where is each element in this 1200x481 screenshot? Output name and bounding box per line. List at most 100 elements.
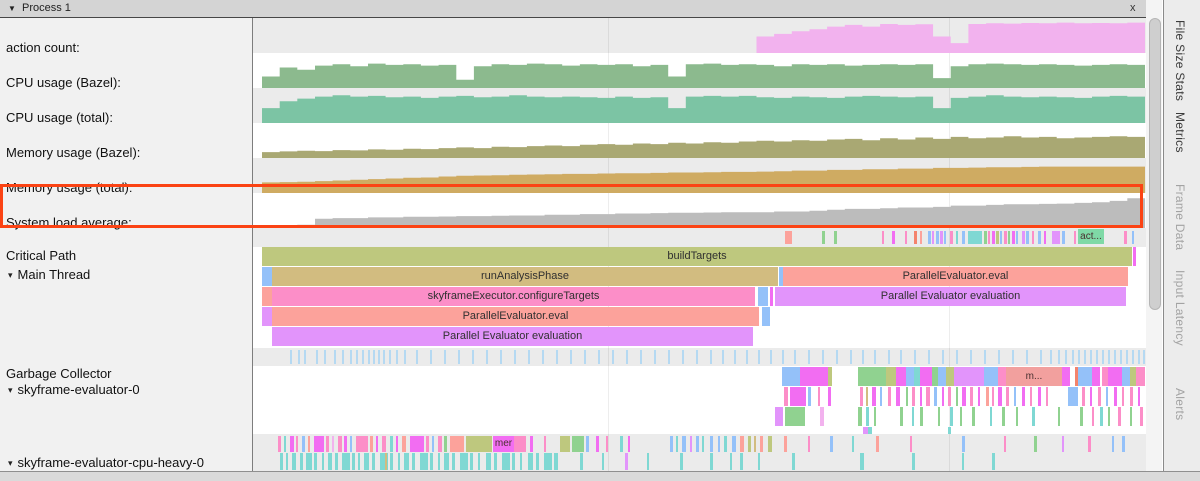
trace-event[interactable] — [954, 367, 984, 386]
trace-event[interactable] — [544, 453, 552, 470]
gc-event[interactable] — [486, 350, 488, 364]
trace-event[interactable] — [410, 436, 424, 452]
trace-event[interactable] — [912, 453, 915, 470]
trace-event[interactable] — [972, 407, 975, 426]
trace-event[interactable] — [790, 387, 806, 406]
trace-event[interactable] — [996, 231, 999, 244]
trace-event[interactable] — [396, 436, 398, 452]
trace-event[interactable] — [420, 453, 428, 470]
trace-event-skyframeexecutor-configuretargets[interactable]: skyframeExecutor.configureTargets — [272, 287, 755, 306]
trace-event[interactable] — [342, 453, 350, 470]
trace-event[interactable] — [986, 387, 989, 406]
trace-event[interactable] — [940, 231, 943, 244]
trace-event[interactable] — [432, 436, 434, 452]
gc-event[interactable] — [956, 350, 958, 364]
trace-event[interactable] — [262, 307, 272, 326]
trace-event[interactable] — [998, 387, 1002, 406]
trace-event[interactable] — [478, 453, 480, 470]
trace-event[interactable] — [962, 387, 966, 406]
tab-metrics[interactable]: Metrics — [1173, 112, 1187, 153]
trace-event[interactable] — [1026, 231, 1029, 244]
gc-event[interactable] — [836, 350, 838, 364]
trace-event[interactable] — [732, 436, 736, 452]
gc-event[interactable] — [928, 350, 930, 364]
track-label-main-thread[interactable]: ▾Main Thread — [8, 267, 90, 282]
gc-event[interactable] — [304, 350, 306, 364]
trace-event[interactable] — [1140, 407, 1143, 426]
gc-event[interactable] — [1138, 350, 1140, 364]
trace-event[interactable] — [1078, 367, 1092, 386]
gc-event[interactable] — [770, 350, 772, 364]
trace-event[interactable] — [1052, 231, 1060, 244]
gc-event[interactable] — [794, 350, 796, 364]
trace-event[interactable] — [1130, 387, 1133, 406]
cpu-usage-bazel-chart[interactable] — [262, 54, 1145, 88]
gc-event[interactable] — [640, 350, 642, 364]
trace-event[interactable] — [306, 453, 312, 470]
trace-event[interactable] — [785, 407, 805, 426]
trace-event[interactable] — [872, 387, 876, 406]
trace-event[interactable] — [502, 453, 510, 470]
track-label-skyframe-evaluator-0[interactable]: ▾skyframe-evaluator-0 — [8, 382, 140, 397]
trace-event[interactable] — [364, 453, 369, 470]
gc-event[interactable] — [556, 350, 558, 364]
gc-event[interactable] — [758, 350, 760, 364]
trace-event[interactable] — [1122, 436, 1125, 452]
trace-event[interactable] — [1108, 367, 1122, 386]
trace-event[interactable] — [785, 231, 792, 244]
trace-event[interactable] — [928, 231, 931, 244]
gc-event[interactable] — [782, 350, 784, 364]
gc-event[interactable] — [362, 350, 364, 364]
trace-event[interactable] — [962, 453, 964, 470]
gc-event[interactable] — [368, 350, 370, 364]
trace-event[interactable] — [962, 436, 965, 452]
trace-event[interactable] — [1062, 231, 1065, 244]
trace-event[interactable] — [412, 453, 415, 470]
gc-event[interactable] — [668, 350, 670, 364]
trace-event[interactable] — [1016, 231, 1018, 244]
trace-event[interactable] — [1108, 407, 1110, 426]
trace-event[interactable] — [376, 436, 378, 452]
trace-event[interactable] — [1008, 231, 1010, 244]
trace-event[interactable] — [762, 307, 770, 326]
trace-event[interactable] — [758, 287, 768, 306]
trace-event[interactable] — [874, 407, 876, 426]
trace-event[interactable] — [690, 436, 692, 452]
trace-event-parallel-evaluator-evaluation[interactable]: Parallel Evaluator evaluation — [272, 327, 753, 346]
gc-event[interactable] — [722, 350, 724, 364]
trace-event[interactable] — [992, 387, 994, 406]
gc-event[interactable] — [1058, 350, 1060, 364]
trace-event[interactable] — [868, 427, 872, 434]
trace-event[interactable] — [914, 231, 917, 244]
trace-event[interactable] — [426, 436, 429, 452]
gc-event[interactable] — [1132, 350, 1134, 364]
trace-event[interactable] — [322, 453, 324, 470]
trace-event[interactable] — [758, 453, 760, 470]
trace-event[interactable] — [390, 436, 393, 452]
gc-event[interactable] — [696, 350, 698, 364]
trace-event[interactable] — [625, 453, 628, 470]
trace-event[interactable] — [1004, 436, 1006, 452]
trace-event[interactable] — [962, 231, 965, 244]
trace-event[interactable] — [905, 231, 907, 244]
trace-event[interactable] — [968, 231, 982, 244]
trace-event[interactable] — [460, 453, 468, 470]
gc-event[interactable] — [458, 350, 460, 364]
trace-event[interactable] — [326, 436, 329, 452]
trace-event[interactable] — [782, 367, 800, 386]
gc-event[interactable] — [746, 350, 748, 364]
trace-event[interactable] — [530, 436, 533, 452]
trace-event[interactable] — [710, 436, 713, 452]
trace-event[interactable] — [988, 231, 990, 244]
trace-event[interactable] — [882, 231, 884, 244]
gc-event[interactable] — [850, 350, 852, 364]
trace-event[interactable] — [1112, 436, 1114, 452]
trace-event[interactable] — [920, 407, 923, 426]
trace-event[interactable] — [1000, 231, 1002, 244]
trace-event[interactable] — [984, 231, 987, 244]
expander-arrow-icon[interactable]: ▾ — [8, 458, 13, 469]
trace-event[interactable] — [284, 436, 286, 452]
trace-event[interactable] — [1124, 231, 1127, 244]
gc-event[interactable] — [1090, 350, 1092, 364]
trace-event[interactable] — [1016, 407, 1018, 426]
